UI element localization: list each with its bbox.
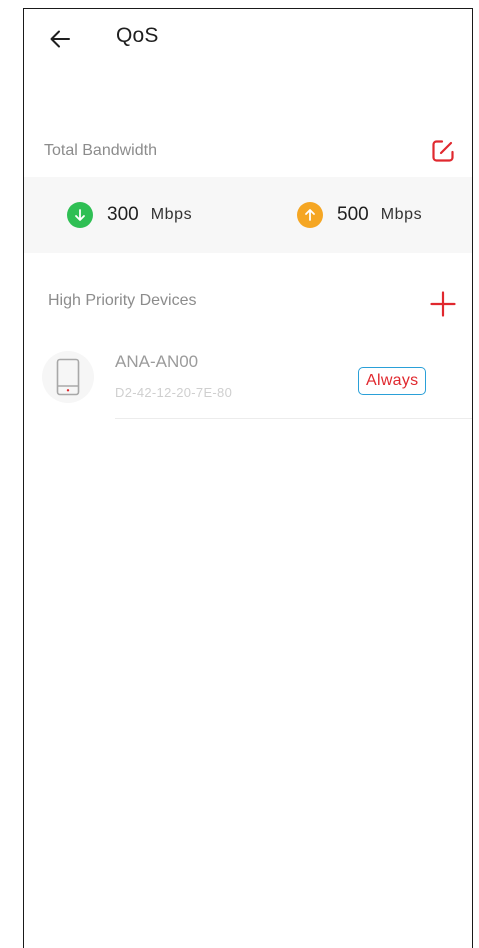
app-screen: QoS Total Bandwidth 300 Mbps 500 Mbps Hi… bbox=[23, 8, 473, 948]
top-bar: QoS bbox=[24, 9, 472, 69]
edit-icon bbox=[432, 140, 454, 162]
high-priority-devices-label: High Priority Devices bbox=[48, 292, 197, 309]
add-device-button[interactable] bbox=[426, 287, 460, 321]
arrow-left-icon bbox=[50, 30, 70, 48]
upload-arrow-icon bbox=[297, 202, 323, 228]
page-title: QoS bbox=[116, 24, 159, 47]
download-unit: Mbps bbox=[150, 206, 193, 223]
upload-value: 500 bbox=[337, 204, 369, 225]
device-name: ANA-AN00 bbox=[115, 352, 199, 371]
upload-bandwidth: 500 Mbps bbox=[297, 201, 422, 229]
divider bbox=[115, 418, 472, 419]
back-button[interactable] bbox=[42, 21, 78, 57]
download-value: 300 bbox=[107, 204, 139, 225]
plus-icon bbox=[430, 291, 456, 317]
download-arrow-icon bbox=[67, 202, 93, 228]
device-avatar bbox=[42, 351, 94, 403]
total-bandwidth-label: Total Bandwidth bbox=[44, 142, 157, 159]
download-bandwidth: 300 Mbps bbox=[67, 201, 192, 229]
device-list-item[interactable]: ANA-AN00 D2-42-12-20-7E-80 Always bbox=[24, 339, 472, 419]
phone-icon bbox=[56, 358, 80, 396]
device-mac-address: D2-42-12-20-7E-80 bbox=[115, 385, 233, 400]
bandwidth-summary: 300 Mbps 500 Mbps bbox=[24, 177, 472, 253]
upload-unit: Mbps bbox=[380, 206, 423, 223]
schedule-badge[interactable]: Always bbox=[358, 367, 427, 395]
edit-bandwidth-button[interactable] bbox=[427, 135, 459, 167]
